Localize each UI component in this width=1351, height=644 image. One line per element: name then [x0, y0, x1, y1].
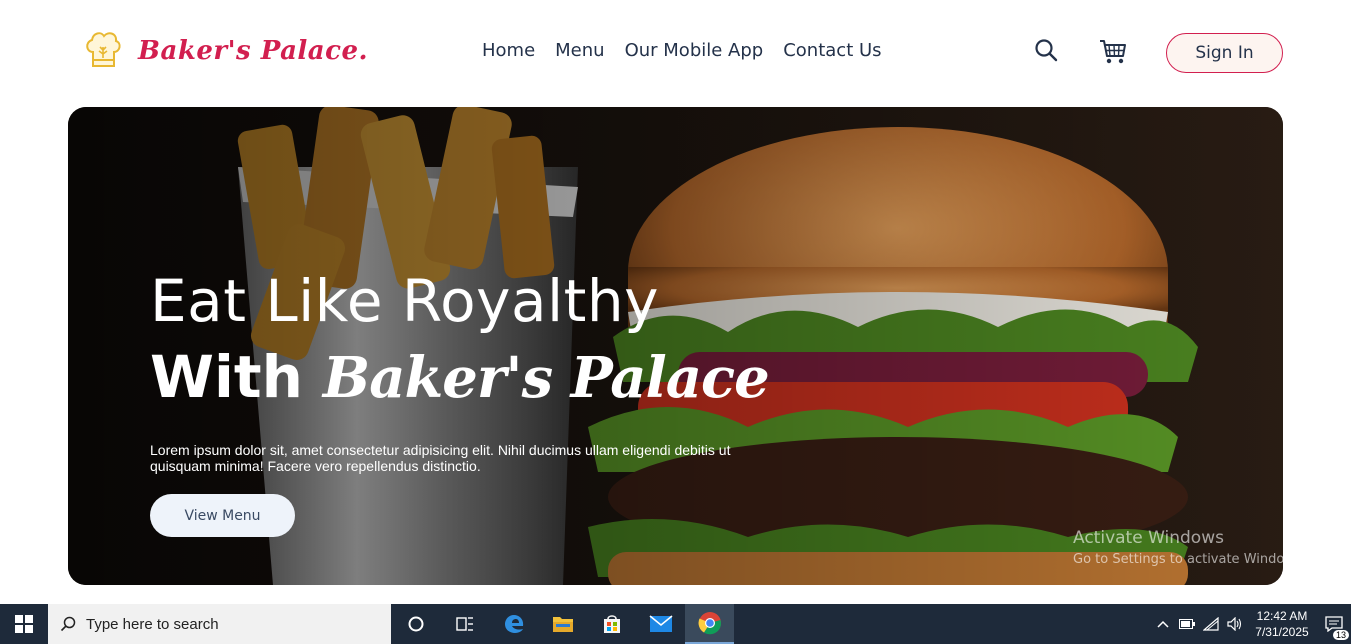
taskbar-search-box[interactable]: Type here to search [48, 604, 391, 644]
system-tray: 12:42 AM 7/31/2025 13 [1151, 604, 1351, 644]
notification-count-badge: 13 [1332, 630, 1349, 640]
battery-icon [1179, 619, 1195, 629]
hero-title-line1: Eat Like Royalthy [150, 267, 659, 335]
chrome-icon [698, 612, 721, 635]
cortana-icon [408, 616, 423, 632]
nav-home[interactable]: Home [482, 40, 535, 61]
store-button[interactable] [587, 604, 636, 644]
search-icon [1035, 39, 1058, 62]
web-page: Baker's Palace. Home Menu Our Mobile App… [0, 0, 1351, 604]
nav-mobile-app[interactable]: Our Mobile App [625, 40, 764, 61]
windows-taskbar: Type here to search 12:42 AM 7/31/2025 1… [0, 604, 1351, 644]
view-menu-button[interactable]: View Menu [150, 494, 295, 537]
brand-logo[interactable]: Baker's Palace. [84, 30, 368, 72]
start-button[interactable] [0, 604, 48, 644]
edge-icon [504, 615, 523, 633]
chef-hat-icon [86, 32, 121, 67]
battery-button[interactable] [1175, 604, 1199, 644]
hero-title-prefix: With [150, 343, 303, 411]
task-view-button[interactable] [440, 604, 489, 644]
activate-windows-watermark: Activate Windows Go to Settings to activ… [1073, 528, 1306, 567]
nav-contact-us[interactable]: Contact Us [783, 40, 881, 61]
mail-button[interactable] [636, 604, 685, 644]
mail-icon [648, 615, 673, 632]
search-button[interactable] [1034, 38, 1060, 64]
site-header: Baker's Palace. Home Menu Our Mobile App… [0, 0, 1351, 100]
edge-taskbar-button[interactable] [489, 604, 538, 644]
volume-button[interactable] [1223, 604, 1247, 644]
search-icon [60, 616, 76, 632]
hero-title-script: Baker's Palace [322, 345, 770, 411]
watermark-subtitle: Go to Settings to activate Windows. [1073, 552, 1306, 567]
tray-overflow-button[interactable] [1151, 604, 1175, 644]
hero-title-line2: With Baker's Palace [150, 343, 770, 411]
file-explorer-icon [552, 617, 573, 632]
brand-name: Baker's Palace. [138, 36, 369, 66]
cart-icon [1100, 40, 1126, 64]
action-center-button[interactable]: 13 [1317, 604, 1351, 644]
network-button[interactable] [1199, 604, 1223, 644]
task-view-icon [455, 617, 473, 631]
cortana-button[interactable] [391, 604, 440, 644]
clock-time: 12:42 AM [1256, 609, 1308, 623]
windows-logo-icon [15, 615, 33, 633]
main-nav: Home Menu Our Mobile App Contact Us [482, 40, 882, 61]
sign-in-button[interactable]: Sign In [1166, 33, 1283, 73]
clock-date: 7/31/2025 [1255, 625, 1309, 639]
hero-description: Lorem ipsum dolor sit, amet consectetur … [150, 442, 731, 474]
chrome-taskbar-button[interactable] [685, 604, 734, 644]
chevron-up-icon [1157, 620, 1169, 628]
file-explorer-button[interactable] [538, 604, 587, 644]
wifi-icon [1203, 617, 1219, 631]
nav-menu[interactable]: Menu [555, 40, 604, 61]
taskbar-search-placeholder: Type here to search [86, 615, 219, 633]
hero-banner: Eat Like Royalthy With Baker's Palace Lo… [68, 107, 1283, 585]
store-icon [603, 615, 620, 633]
volume-icon [1227, 617, 1242, 631]
watermark-title: Activate Windows [1073, 528, 1224, 548]
taskbar-clock[interactable]: 12:42 AM 7/31/2025 [1247, 608, 1317, 640]
cart-button[interactable] [1098, 38, 1128, 66]
